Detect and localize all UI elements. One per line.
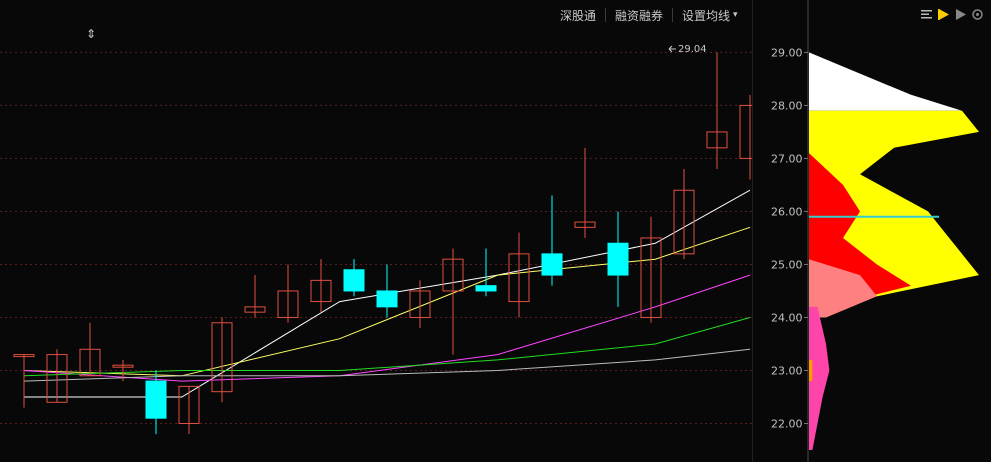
candle [706,52,728,170]
candle [673,169,695,260]
candle-body [475,285,497,292]
y-tick-label: 23.00 [771,364,803,377]
candle [508,232,530,318]
candle [574,147,596,238]
peak-price-label: 29.04 [678,44,707,55]
candle-body [343,269,365,292]
candle-body [607,242,629,276]
candle-body [376,290,398,308]
y-tick-label: 25.00 [771,258,803,271]
profile-area [809,52,962,111]
candle [475,248,497,297]
candle-body [541,253,563,276]
candle [640,216,662,323]
volume-profile: 29.00 28.00 27.00 26.00 25.00 24.00 23.00 22.00 [752,0,979,462]
y-tick-label: 29.00 [771,46,803,59]
candle [79,322,101,377]
candlestick-chart[interactable]: 29.04 ⇕ [0,0,752,462]
candle [46,349,68,403]
candle [409,280,431,329]
peak-arrow-icon [668,45,676,53]
y-tick-label: 24.00 [771,311,803,324]
candle [211,317,233,403]
y-tick-label: 27.00 [771,152,803,165]
y-axis-ticks: 29.00 28.00 27.00 26.00 25.00 24.00 23.00 22.00 [771,46,808,430]
candle [541,195,563,286]
profile-area [809,359,813,382]
chart-annotations: 29.04 ⇕ [86,27,707,55]
candle-body [145,380,167,419]
y-tick-label: 22.00 [771,417,803,430]
candle [277,264,299,323]
candle [178,385,200,435]
y-tick-label: 26.00 [771,205,803,218]
candle [376,264,398,318]
y-tick-label: 28.00 [771,99,803,112]
candle [310,259,332,313]
candle [739,94,752,180]
candle [607,211,629,307]
chip-distribution [809,52,979,450]
candle [244,275,266,318]
drag-handle-icon[interactable]: ⇕ [86,27,96,41]
